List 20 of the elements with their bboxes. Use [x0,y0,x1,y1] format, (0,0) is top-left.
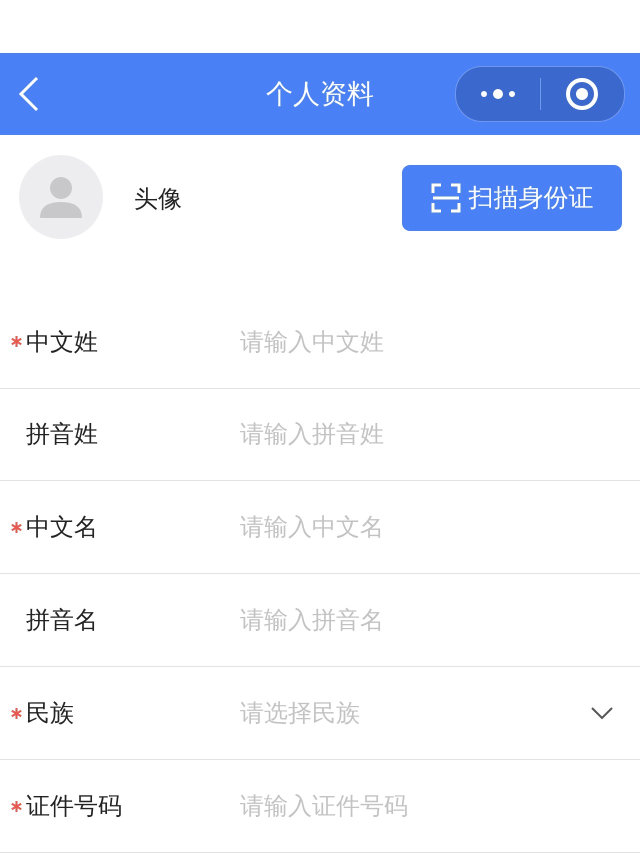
select-field[interactable]: 请选择民族 [240,699,590,728]
field-label: 中文姓 [26,326,98,358]
field-label: 证件号码 [26,791,122,822]
field-label: 拼音姓 [26,419,98,450]
scan-icon [430,182,460,213]
input-field[interactable]: 请输入拼音姓 [240,420,614,448]
field-label: 民族 [26,698,74,730]
input-field[interactable]: 请输入中文名 [240,513,614,542]
target-icon [565,76,600,111]
input-field[interactable]: 请输入中文姓 [240,328,614,356]
field-label: 拼音名 [26,605,98,636]
scan-id-button[interactable]: 扫描身份证 [402,164,622,231]
page-title: 个人资料 [265,78,375,112]
input-field[interactable]: 请输入拼音名 [240,606,614,634]
avatar-label: 头像 [134,184,182,215]
back-icon [18,76,40,112]
input-field[interactable]: 请输入证件号码 [240,792,614,820]
more-icon [480,88,516,100]
field-label: 中文名 [26,512,98,544]
chevron-down-icon [590,706,614,720]
